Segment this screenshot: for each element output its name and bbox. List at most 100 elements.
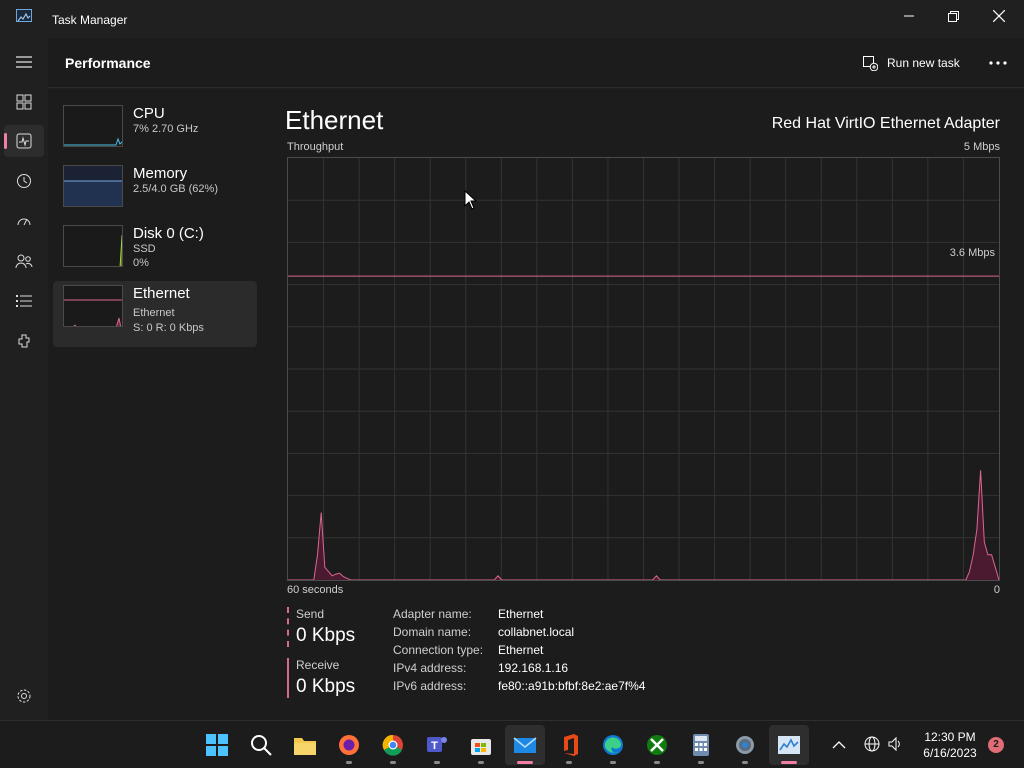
taskbar-xbox[interactable]: [637, 725, 677, 765]
property-key: IPv4 address:: [393, 661, 467, 675]
scale-line-label: 3.6 Mbps: [949, 247, 995, 259]
restore-icon: [947, 10, 959, 22]
zero-label: 0: [993, 584, 1000, 596]
store-icon: [471, 739, 491, 755]
running-indicator: [610, 761, 616, 764]
chevron-up-icon: [832, 741, 846, 749]
mail-icon: [513, 737, 537, 753]
taskbar-chrome[interactable]: [373, 725, 413, 765]
property-value: 192.168.1.16: [498, 661, 569, 675]
receive-stat: Receive 0 Kbps: [287, 658, 355, 698]
taskbar-teams[interactable]: T: [417, 725, 457, 765]
task-manager-app-icon: [16, 9, 32, 22]
run-new-task-label: Run new task: [887, 56, 960, 70]
taskbar-office[interactable]: [549, 725, 589, 765]
property-value: fe80::a91b:bfbf:8e2:ae7f%4: [498, 679, 646, 693]
resource-ethernet[interactable]: Ethernet Ethernet S: 0 R: 0 Kbps: [53, 281, 257, 347]
firefox-icon: [339, 735, 359, 755]
run-task-icon: [863, 55, 878, 71]
taskbar-start-button[interactable]: [197, 725, 237, 765]
resource-name: Ethernet: [133, 285, 190, 302]
teams-icon: T: [427, 737, 447, 752]
services-icon: [18, 334, 30, 348]
running-indicator: [517, 761, 533, 764]
adapter-name-heading: Red Hat VirtIO Ethernet Adapter: [771, 115, 1000, 132]
globe-icon: [864, 736, 880, 752]
title-bar: Task Manager: [0, 0, 1024, 38]
notification-badge[interactable]: 2: [988, 737, 1004, 753]
page-header: Performance Run new task: [48, 38, 1024, 88]
show-hidden-icons-button[interactable]: [832, 737, 846, 755]
taskbar-task-manager[interactable]: [769, 725, 809, 765]
memory-mini-graph: [63, 165, 123, 207]
performance-icon: [16, 133, 32, 149]
property-value: Ethernet: [498, 607, 544, 621]
time-span-label: 60 seconds: [287, 584, 344, 596]
maximize-button[interactable]: [930, 0, 976, 32]
running-indicator: [346, 761, 352, 764]
nav-menu-button[interactable]: [4, 46, 44, 78]
volume-status[interactable]: [887, 736, 903, 757]
resource-detail: 2.5/4.0 GB (62%): [133, 183, 218, 195]
resource-usage: 0%: [133, 257, 149, 269]
resource-cpu[interactable]: CPU 7% 2.70 GHz: [53, 101, 257, 167]
taskbar-calculator[interactable]: [681, 725, 721, 765]
nav-item-startup-apps[interactable]: [4, 205, 44, 237]
taskbar-file-explorer[interactable]: [285, 725, 325, 765]
nav-item-settings[interactable]: [4, 680, 44, 712]
chrome-icon: [382, 734, 403, 756]
running-indicator: [566, 761, 572, 764]
resource-disk[interactable]: Disk 0 (C:) SSD 0%: [53, 221, 257, 287]
run-new-task-button[interactable]: Run new task: [863, 52, 960, 74]
processes-icon: [16, 94, 32, 110]
property-key: Domain name:: [393, 625, 472, 639]
taskbar-firefox[interactable]: [329, 725, 369, 765]
nav-item-processes[interactable]: [4, 86, 44, 118]
xbox-icon: [647, 735, 667, 755]
property-key: Connection type:: [393, 643, 484, 657]
network-status[interactable]: [864, 736, 880, 757]
nav-item-details[interactable]: [4, 285, 44, 317]
disk-mini-graph: [63, 225, 123, 267]
folder-icon: [294, 738, 316, 755]
property-row: IPv6 address: fe80::a91b:bfbf:8e2:ae7f%4: [393, 679, 645, 697]
resource-interface: Ethernet: [133, 307, 175, 319]
nav-item-app-history[interactable]: [4, 165, 44, 197]
windows-logo-icon: [206, 734, 228, 756]
close-button[interactable]: [976, 0, 1022, 32]
window-title: Task Manager: [52, 13, 128, 27]
resource-detail: 7% 2.70 GHz: [133, 123, 199, 135]
clock[interactable]: 12:30 PM 6/16/2023: [910, 729, 990, 761]
max-scale-label: 5 Mbps: [963, 141, 1000, 153]
resource-name: Disk 0 (C:): [133, 225, 204, 242]
history-icon: [17, 174, 31, 188]
search-icon: [251, 735, 272, 756]
resource-name: Memory: [133, 165, 188, 182]
receive-label: Receive: [296, 658, 340, 672]
taskbar-edge[interactable]: [593, 725, 633, 765]
taskbar-search-button[interactable]: [241, 725, 281, 765]
property-key: Adapter name:: [393, 607, 472, 621]
nav-item-performance[interactable]: [4, 125, 44, 157]
clock-time: 12:30 PM: [924, 730, 976, 744]
taskbar-store[interactable]: [461, 725, 501, 765]
resource-memory[interactable]: Memory 2.5/4.0 GB (62%): [53, 161, 257, 227]
ethernet-mini-graph: [63, 285, 123, 327]
taskbar-settings[interactable]: [725, 725, 765, 765]
nav-item-services[interactable]: [4, 325, 44, 357]
minimize-button[interactable]: [886, 0, 932, 32]
running-indicator: [698, 761, 704, 764]
property-row: IPv4 address: 192.168.1.16: [393, 661, 645, 679]
main-content: CPU 7% 2.70 GHz Memory 2.5/4.0 GB (62%) …: [48, 89, 1024, 720]
send-stat: Send 0 Kbps: [287, 607, 355, 647]
property-row: Domain name: collabnet.local: [393, 625, 645, 643]
settings-gear-icon: [17, 689, 31, 703]
taskbar-mail[interactable]: [505, 725, 545, 765]
send-value: 0 Kbps: [296, 625, 356, 646]
page-title: Performance: [65, 55, 151, 71]
taskbar: T 12:30 PM 6/16/2023 2: [0, 720, 1024, 768]
more-options-button[interactable]: [984, 50, 1012, 76]
more-dots-icon: [989, 61, 1007, 65]
task-manager-icon: [778, 736, 800, 754]
nav-item-users[interactable]: [4, 245, 44, 277]
